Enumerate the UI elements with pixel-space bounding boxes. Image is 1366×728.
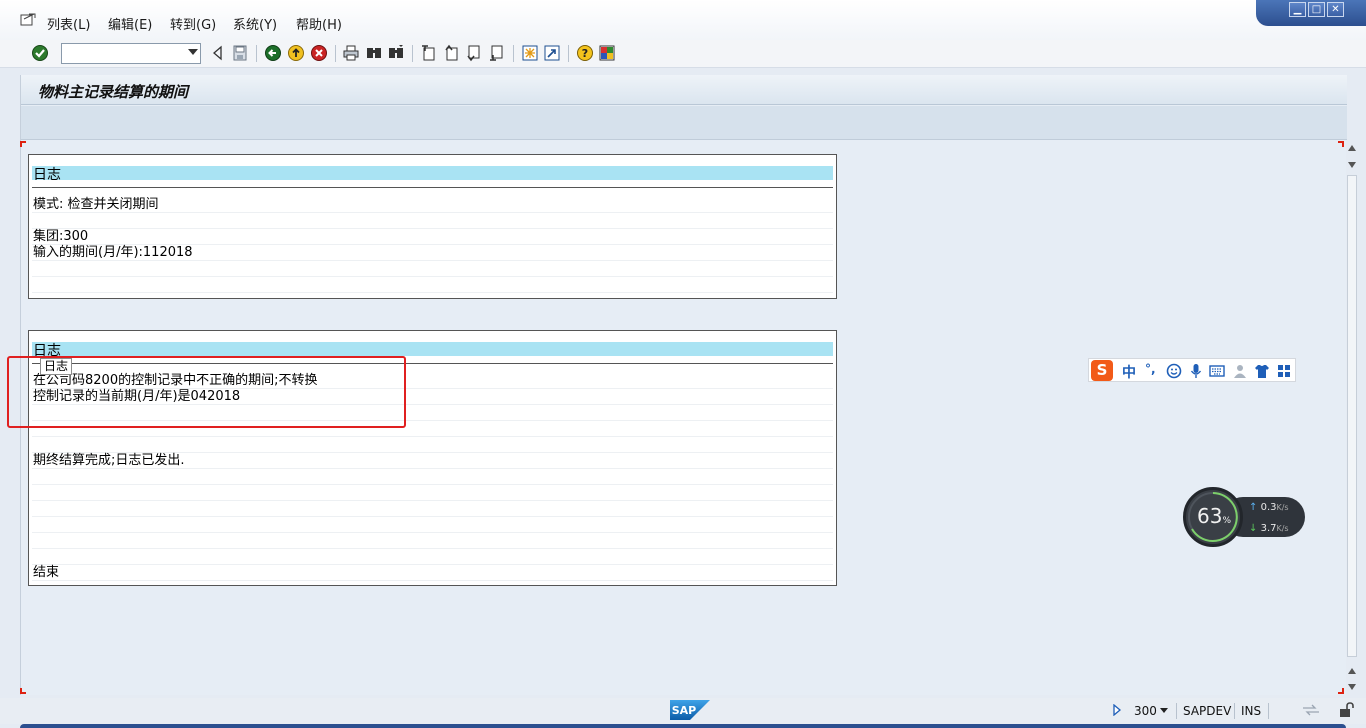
title-bar: 物料主记录结算的期间: [21, 75, 1347, 105]
svg-text:?: ?: [582, 47, 588, 60]
sap-logo: SAP: [670, 700, 710, 720]
vertical-scrollbar[interactable]: [1347, 175, 1357, 657]
log-line: [32, 469, 833, 485]
status-client: 300: [1134, 704, 1157, 718]
log-line: [32, 261, 833, 277]
arrow-up-icon: ↑: [1249, 502, 1258, 513]
log-line: 集团:300: [32, 229, 833, 245]
log-line: 期终结算完成;日志已发出.: [32, 453, 833, 469]
help-icon[interactable]: ?: [576, 44, 594, 62]
log-header: 日志: [32, 158, 833, 184]
cancel-red-icon[interactable]: [310, 44, 328, 62]
connection-icon: [1303, 704, 1319, 716]
menu-list[interactable]: 列表(L): [47, 14, 90, 33]
ime-toolbar: S 中 °,: [1088, 358, 1296, 382]
menu-system[interactable]: 系统(Y): [233, 14, 277, 33]
ime-logo[interactable]: S: [1091, 360, 1113, 381]
memory-percent: 63%: [1197, 504, 1232, 528]
last-page-icon[interactable]: [488, 44, 506, 62]
close-button[interactable]: ✕: [1327, 2, 1344, 17]
area-corner-marker: [20, 688, 26, 694]
lock-icon[interactable]: [1338, 702, 1354, 718]
status-bar: SAP 300 SAPDEV INS: [0, 698, 1366, 724]
svg-text:SAP: SAP: [672, 704, 697, 717]
application-toolbar: [21, 106, 1347, 140]
log-header-label: 日志: [33, 167, 61, 183]
window-controls: ▁ □ ✕: [1256, 0, 1366, 26]
log-line: [32, 501, 833, 517]
command-field[interactable]: [61, 43, 201, 64]
shirt-icon[interactable]: [1254, 363, 1270, 379]
back-green-icon[interactable]: [264, 44, 282, 62]
download-rate: ↓ 3.7K/s: [1249, 523, 1289, 534]
log-line: [32, 277, 833, 293]
network-monitor-widget: 63% ↑ 0.3K/s ↓ 3.7K/s: [1183, 487, 1305, 547]
prev-page-icon[interactable]: [443, 44, 461, 62]
command-input[interactable]: [62, 44, 180, 63]
enter-check-icon[interactable]: [31, 44, 49, 62]
log-line: [32, 485, 833, 501]
scroll-down-icon[interactable]: [1348, 162, 1356, 168]
log-line: 模式: 检查并关闭期间: [32, 197, 833, 213]
menu-bar: 列表(L) 编辑(E) 转到(G) 系统(Y) 帮助(H) ▁ □ ✕: [0, 0, 1366, 40]
page-title: 物料主记录结算的期间: [38, 83, 189, 101]
log-line: 输入的期间(月/年):112018: [32, 245, 833, 261]
log-lines: 模式: 检查并关闭期间 集团:300 输入的期间(月/年):112018: [32, 187, 833, 293]
area-corner-marker: [20, 141, 26, 147]
exit-yellow-icon[interactable]: [287, 44, 305, 62]
customize-layout-icon[interactable]: [598, 44, 616, 62]
scroll-down-icon[interactable]: [1348, 684, 1356, 690]
find-next-icon[interactable]: [387, 44, 405, 62]
print-icon[interactable]: [342, 44, 360, 62]
menu-goto[interactable]: 转到(G): [170, 14, 216, 33]
chevron-down-icon[interactable]: [188, 49, 198, 55]
first-page-icon[interactable]: [420, 44, 438, 62]
back-icon[interactable]: [209, 44, 227, 62]
find-icon[interactable]: [365, 44, 383, 62]
log-line: [32, 549, 833, 565]
maximize-button[interactable]: □: [1308, 2, 1325, 17]
bottom-accent-bar: [20, 724, 1346, 728]
status-system: SAPDEV: [1183, 704, 1232, 718]
create-session-icon[interactable]: [521, 44, 539, 62]
menu-help[interactable]: 帮助(H): [296, 14, 342, 33]
smiley-icon[interactable]: [1166, 363, 1182, 379]
ime-mode[interactable]: 中: [1122, 362, 1136, 382]
highlight-box: [7, 356, 406, 428]
log-line: [32, 533, 833, 549]
status-dropdown-icon[interactable]: [1160, 708, 1168, 713]
grid-icon[interactable]: [1276, 363, 1292, 379]
user-icon[interactable]: [1232, 363, 1248, 379]
minimize-button[interactable]: ▁: [1289, 2, 1306, 17]
shortcut-icon[interactable]: [543, 44, 561, 62]
keyboard-icon[interactable]: [1209, 363, 1225, 379]
area-corner-marker: [1338, 688, 1344, 694]
status-expand-icon[interactable]: [1112, 704, 1122, 716]
status-insert-mode: INS: [1241, 704, 1262, 718]
upload-rate: ↑ 0.3K/s: [1249, 502, 1289, 513]
log-line: 结束: [32, 565, 833, 581]
scroll-up-icon[interactable]: [1348, 668, 1356, 674]
next-page-icon[interactable]: [465, 44, 483, 62]
area-corner-marker: [1338, 141, 1344, 147]
menu-edit[interactable]: 编辑(E): [108, 14, 152, 33]
log-line: [32, 437, 833, 453]
ime-punct[interactable]: °,: [1145, 362, 1156, 376]
arrow-down-icon: ↓: [1249, 523, 1258, 534]
log-line: [32, 517, 833, 533]
menu-list-icon[interactable]: [20, 13, 36, 27]
microphone-icon[interactable]: [1188, 363, 1204, 379]
save-icon[interactable]: [231, 44, 249, 62]
scroll-up-icon[interactable]: [1348, 145, 1356, 151]
log-box-mode: 日志 模式: 检查并关闭期间 集团:300 输入的期间(月/年):112018: [28, 154, 837, 299]
standard-toolbar: ?: [0, 40, 1366, 68]
log-line: [32, 213, 833, 229]
